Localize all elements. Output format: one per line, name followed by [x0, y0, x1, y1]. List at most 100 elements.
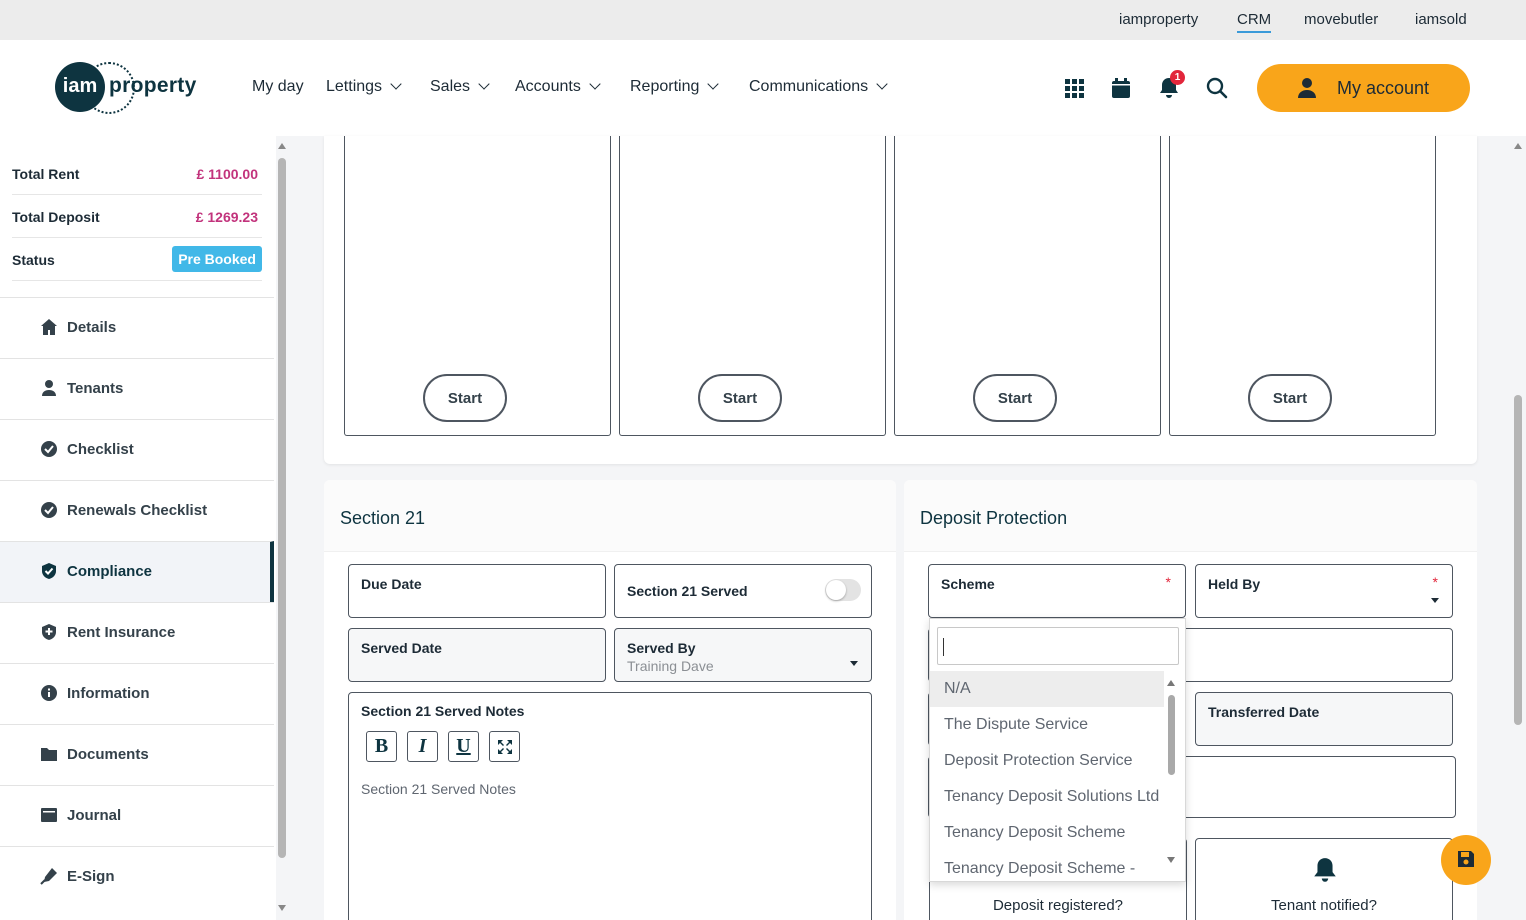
scroll-up-arrow-icon[interactable] [277, 142, 287, 150]
brand-logo[interactable]: iam property [55, 62, 205, 114]
home-icon [41, 319, 57, 335]
fullscreen-button[interactable] [489, 731, 520, 762]
save-button[interactable] [1441, 835, 1491, 885]
nav-accounts-label: Accounts [515, 78, 581, 95]
sidebar-item-renewals-checklist[interactable]: Renewals Checklist [0, 480, 274, 541]
checklist-cards-panel: Start Start Start Start [324, 136, 1477, 464]
section-21-served-toggle[interactable] [825, 579, 861, 601]
calendar-icon[interactable] [1109, 76, 1133, 100]
scheme-option[interactable]: N/A [930, 671, 1164, 707]
sidebar-item-label: Journal [67, 807, 122, 824]
nav-sales[interactable]: Sales [430, 78, 490, 96]
checklist-card: Start [619, 136, 886, 436]
check-circle-icon [41, 441, 57, 457]
deposit-registered-label: Deposit registered? [992, 897, 1124, 914]
sidebar-scrollbar[interactable] [278, 158, 286, 858]
check-circle-icon [41, 502, 57, 518]
total-deposit-value: £ 1269.23 [195, 209, 258, 225]
start-button[interactable]: Start [698, 374, 782, 422]
underline-button[interactable]: U [448, 731, 479, 762]
sidebar-item-journal[interactable]: Journal [0, 785, 274, 846]
due-date-field[interactable]: Due Date [348, 564, 606, 618]
sidebar-item-rent-insurance[interactable]: Rent Insurance [0, 602, 274, 663]
transferred-date-field[interactable]: Transferred Date [1195, 692, 1453, 746]
scheme-option[interactable]: Tenancy Deposit Solutions Ltd [930, 779, 1164, 815]
sidebar-item-label: E-Sign [67, 868, 115, 885]
nav-lettings[interactable]: Lettings [326, 78, 402, 96]
status-row: Status Pre Booked [12, 238, 262, 281]
sidebar-item-label: Tenants [67, 380, 124, 397]
checklist-card: Start [344, 136, 611, 436]
nav-sales-label: Sales [430, 78, 471, 95]
italic-button[interactable]: I [407, 731, 438, 762]
scheme-search-input[interactable] [937, 627, 1179, 665]
checklist-card: Start [1169, 136, 1436, 436]
start-button[interactable]: Start [1248, 374, 1332, 422]
sidebar-item-documents[interactable]: Documents [0, 724, 274, 785]
top-links-bar: iamproperty CRM movebutler iamsold [0, 0, 1526, 40]
sidebar-item-label: Checklist [67, 441, 134, 458]
notes-label: Section 21 Served Notes [361, 703, 525, 719]
section-21-panel: Section 21 Due Date Section 21 Served Se… [324, 480, 896, 920]
bell-icon [1314, 858, 1336, 882]
nav-my-day[interactable]: My day [252, 78, 304, 96]
my-account-label: My account [1337, 78, 1430, 98]
caret-down-icon [1431, 598, 1439, 603]
my-account-button[interactable]: My account [1257, 64, 1470, 112]
link-crm[interactable]: CRM [1237, 11, 1272, 33]
link-movebutler[interactable]: movebutler [1304, 11, 1378, 28]
notification-badge: 1 [1170, 70, 1185, 85]
nav-communications[interactable]: Communications [749, 78, 888, 96]
text-cursor [943, 638, 944, 656]
scroll-down-arrow-icon[interactable] [277, 904, 287, 912]
nav-lettings-label: Lettings [326, 78, 383, 95]
dropdown-scroll-down-icon[interactable] [1166, 856, 1176, 864]
held-by-select[interactable]: Held By * [1195, 564, 1453, 618]
scheme-option[interactable]: Tenancy Deposit Scheme - [930, 851, 1164, 881]
sidebar-item-compliance[interactable]: Compliance [0, 541, 274, 602]
search-icon[interactable] [1205, 76, 1229, 100]
served-by-label: Served By [627, 640, 696, 656]
link-iamsold[interactable]: iamsold [1415, 11, 1467, 28]
start-button[interactable]: Start [973, 374, 1057, 422]
chevron-down-icon [390, 78, 402, 90]
bold-button[interactable]: B [366, 731, 397, 762]
sidebar-item-e-sign[interactable]: E-Sign [0, 846, 274, 907]
section-21-notes-editor[interactable]: Section 21 Served Notes B I U Section 21… [348, 692, 872, 920]
nav-accounts[interactable]: Accounts [515, 78, 601, 96]
deposit-protection-title: Deposit Protection [920, 508, 1068, 528]
main-header: iam property My day Lettings Sales Accou… [0, 40, 1526, 136]
dropdown-scroll-up-icon[interactable] [1166, 679, 1176, 687]
nav-reporting-label: Reporting [630, 78, 700, 95]
user-icon [1298, 78, 1316, 98]
nav-reporting[interactable]: Reporting [630, 78, 720, 96]
sidebar: Total Rent £ 1100.00 Total Deposit £ 126… [0, 136, 276, 920]
nav-communications-label: Communications [749, 78, 869, 95]
served-date-field[interactable]: Served Date [348, 628, 606, 682]
tenant-notified-card[interactable]: Tenant notified? [1195, 838, 1453, 920]
start-button[interactable]: Start [423, 374, 507, 422]
chevron-down-icon [589, 78, 601, 90]
notes-placeholder: Section 21 Served Notes [361, 781, 516, 797]
tenant-notified-label: Tenant notified? [1271, 897, 1377, 914]
sidebar-item-details[interactable]: Details [0, 297, 274, 358]
logo-mark: iam [55, 62, 105, 112]
sidebar-item-checklist[interactable]: Checklist [0, 419, 274, 480]
sidebar-item-label: Information [67, 685, 150, 702]
main-scrollbar[interactable] [1514, 395, 1522, 725]
main-scroll-up-icon[interactable] [1513, 142, 1523, 150]
scheme-label: Scheme [941, 576, 995, 592]
link-iamproperty[interactable]: iamproperty [1119, 11, 1198, 28]
user-icon [42, 380, 56, 396]
sidebar-item-tenants[interactable]: Tenants [0, 358, 274, 419]
scheme-option[interactable]: Deposit Protection Service [930, 743, 1164, 779]
served-by-select[interactable]: Served By Training Dave [614, 628, 872, 682]
scheme-option[interactable]: The Dispute Service [930, 707, 1164, 743]
scheme-select[interactable]: Scheme * [928, 564, 1186, 618]
sidebar-item-information[interactable]: Information [0, 663, 274, 724]
dropdown-scrollbar[interactable] [1168, 695, 1175, 775]
required-mark: * [1165, 574, 1171, 590]
apps-grid-icon[interactable] [1062, 76, 1086, 100]
scheme-option[interactable]: Tenancy Deposit Scheme [930, 815, 1164, 851]
total-deposit-row: Total Deposit £ 1269.23 [12, 195, 262, 238]
